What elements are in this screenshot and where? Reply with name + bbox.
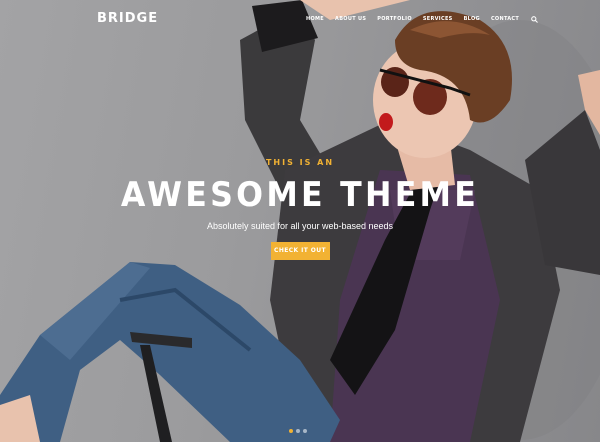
nav-item-contact[interactable]: CONTACT [491,16,519,22]
slider-dot-1[interactable] [289,429,293,433]
main-nav: HOME ABOUT US PORTFOLIO SERVICES BLOG CO… [306,15,539,23]
search-icon[interactable] [531,15,539,23]
nav-item-home[interactable]: HOME [306,16,324,22]
check-it-out-button[interactable]: CHECK IT OUT [270,242,330,260]
hero-headline: AWESOME THEME [120,175,480,215]
hero-slider: BRIDGE HOME ABOUT US PORTFOLIO SERVICES … [0,0,600,442]
site-logo[interactable]: BRIDGE [97,11,158,26]
nav-item-about-us[interactable]: ABOUT US [335,16,366,22]
slider-dot-3[interactable] [303,429,307,433]
hero-content: THIS IS AN AWESOME THEME Absolutely suit… [100,158,500,260]
slider-pagination [289,429,307,433]
hero-subtitle: Absolutely suited for all your web-based… [206,221,394,231]
nav-item-blog[interactable]: BLOG [464,16,480,22]
hero-kicker: THIS IS AN [265,158,335,167]
slider-dot-2[interactable] [296,429,300,433]
nav-item-services[interactable]: SERVICES [423,16,453,22]
site-header: BRIDGE HOME ABOUT US PORTFOLIO SERVICES … [0,0,600,36]
nav-item-portfolio[interactable]: PORTFOLIO [377,16,412,22]
